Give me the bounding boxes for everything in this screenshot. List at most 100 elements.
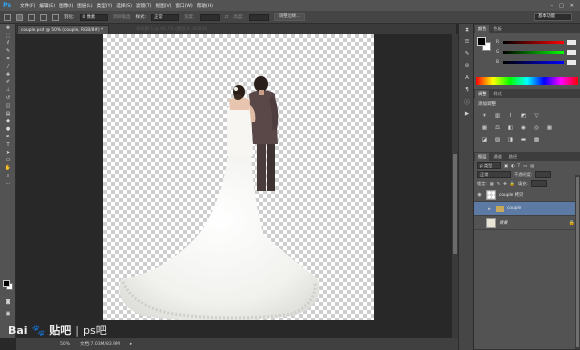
tab-paths[interactable]: 路径 xyxy=(506,153,520,161)
screen-mode-icon[interactable]: ▣ xyxy=(0,310,16,318)
refine-edge-button[interactable]: 调整边缘... xyxy=(273,13,306,21)
lock-all-icon[interactable]: 🔒 xyxy=(510,181,515,187)
menu-help[interactable]: 帮助(H) xyxy=(197,3,213,9)
green-slider[interactable]: G xyxy=(496,49,576,55)
hand-tool-icon[interactable]: ✋ xyxy=(0,164,16,172)
marquee-tool-preset-icon[interactable] xyxy=(4,13,11,21)
document-size[interactable]: 文档:7.03M/83.9M xyxy=(80,341,120,347)
document-tab-active[interactable]: couple.psd @ 50% (couple, RGB/8#) * xyxy=(17,25,109,34)
lock-image-icon[interactable]: ✎ xyxy=(497,181,501,186)
tab-swatches[interactable]: 色板 xyxy=(490,25,504,33)
tab-color[interactable]: 颜色 xyxy=(475,25,490,33)
exposure-icon[interactable]: ◩ xyxy=(519,112,528,120)
tab-adjustments[interactable]: 调整 xyxy=(475,90,490,98)
actions-panel-icon[interactable]: ▶ xyxy=(459,108,475,120)
clone-stamp-tool-icon[interactable]: ⊥ xyxy=(0,86,16,94)
blue-slider-track[interactable] xyxy=(503,60,564,64)
color-spectrum-ramp[interactable] xyxy=(476,77,578,85)
brush-panel-icon[interactable]: ✎ xyxy=(459,48,475,60)
channel-mixer-icon[interactable]: ◎ xyxy=(532,124,541,132)
antialias-checkbox[interactable]: 消除锯齿 xyxy=(113,14,131,20)
photo-filter-icon[interactable]: ◉ xyxy=(519,124,528,132)
blue-slider[interactable]: B xyxy=(496,59,576,65)
minimize-button[interactable]: – xyxy=(551,3,554,9)
lock-position-icon[interactable]: ✥ xyxy=(503,181,507,186)
red-slider-track[interactable] xyxy=(503,40,564,44)
history-panel-icon[interactable]: ⧗ xyxy=(459,24,475,36)
menu-edit[interactable]: 编辑(E) xyxy=(39,3,55,9)
layer-kind-filter[interactable]: ρ 类型 xyxy=(477,162,501,169)
expand-arrow-icon[interactable]: ▸ xyxy=(486,206,493,212)
layers-scrollbar-thumb[interactable] xyxy=(576,177,579,347)
pen-tool-icon[interactable]: ✒ xyxy=(0,133,16,141)
foreground-color-swatch[interactable] xyxy=(3,280,10,287)
menu-type[interactable]: 类型(Y) xyxy=(97,3,113,9)
color-lookup-icon[interactable]: ▦ xyxy=(545,124,554,132)
new-selection-icon[interactable] xyxy=(16,13,23,21)
dodge-tool-icon[interactable]: ● xyxy=(0,125,16,133)
scrollbar-thumb[interactable] xyxy=(453,154,457,254)
tab-layers[interactable]: 图层 xyxy=(475,153,490,161)
fill-input[interactable] xyxy=(530,180,547,187)
blur-tool-icon[interactable]: ◆ xyxy=(0,118,16,126)
subtract-selection-icon[interactable] xyxy=(40,13,47,21)
zoom-tool-icon[interactable]: ⌕ xyxy=(0,172,16,180)
shape-tool-icon[interactable]: ▭ xyxy=(0,157,16,165)
quick-mask-icon[interactable]: ◙ xyxy=(0,298,16,306)
zoom-level[interactable]: 50% xyxy=(60,342,70,347)
filter-smart-icon[interactable]: ▤ xyxy=(530,163,534,168)
marquee-tool-icon[interactable]: ⬚ xyxy=(0,32,16,40)
vibrance-icon[interactable]: ▽ xyxy=(532,112,541,120)
height-input[interactable] xyxy=(248,13,269,21)
filter-shape-icon[interactable]: ▭ xyxy=(523,163,527,168)
menu-view[interactable]: 视图(V) xyxy=(155,3,171,9)
hue-saturation-icon[interactable]: ▦ xyxy=(480,124,489,132)
document-tab-inactive[interactable]: 未标题-1 @ 66.7% (图层 0, RGB/8) xyxy=(136,25,228,34)
history-brush-tool-icon[interactable]: ↺ xyxy=(0,94,16,102)
red-value[interactable] xyxy=(567,39,576,45)
menu-file[interactable]: 文件(F) xyxy=(20,3,35,9)
brightness-contrast-icon[interactable]: ☀ xyxy=(480,112,489,120)
gradient-tool-icon[interactable]: ▤ xyxy=(0,110,16,118)
blend-mode-select[interactable]: 正常 xyxy=(477,171,511,178)
invert-icon[interactable]: ◪ xyxy=(480,136,489,144)
lasso-tool-icon[interactable]: ℓ xyxy=(0,40,16,48)
swap-icon[interactable]: ⇄ xyxy=(225,15,229,20)
layer-row[interactable]: 背景 🔒 xyxy=(474,216,580,230)
posterize-icon[interactable]: ▨ xyxy=(493,136,502,144)
filter-type-icon[interactable]: T xyxy=(518,163,521,168)
menu-filter[interactable]: 滤镜(T) xyxy=(136,3,152,9)
menu-window[interactable]: 窗口(W) xyxy=(175,3,192,9)
color-balance-icon[interactable]: ⚖ xyxy=(493,124,502,132)
selective-color-icon[interactable]: ▩ xyxy=(532,136,541,144)
healing-brush-tool-icon[interactable]: ✚ xyxy=(0,71,16,79)
style-select[interactable]: 正常 xyxy=(151,13,180,21)
black-white-icon[interactable]: ◧ xyxy=(506,124,515,132)
status-menu-arrow-icon[interactable]: ▸ xyxy=(130,342,132,347)
workspace-select[interactable]: 基本功能 xyxy=(534,13,572,21)
close-button[interactable]: ✕ xyxy=(570,3,574,9)
properties-panel-icon[interactable]: ☰ xyxy=(459,36,475,48)
feather-input[interactable]: 0 像素 xyxy=(79,13,108,21)
levels-icon[interactable]: ▥ xyxy=(493,112,502,120)
type-tool-icon[interactable]: T xyxy=(0,141,16,149)
green-slider-track[interactable] xyxy=(503,50,564,54)
eraser-tool-icon[interactable]: ◫ xyxy=(0,102,16,110)
curves-icon[interactable]: ⌇ xyxy=(506,112,515,120)
lock-transparent-icon[interactable]: ▦ xyxy=(490,181,494,186)
filter-adjust-icon[interactable]: ◐ xyxy=(511,163,515,168)
crop-tool-icon[interactable]: ⌗ xyxy=(0,55,16,63)
path-select-tool-icon[interactable]: ➤ xyxy=(0,149,16,157)
paragraph-panel-icon[interactable]: ¶ xyxy=(459,84,475,96)
intersect-selection-icon[interactable] xyxy=(52,13,59,21)
move-tool-icon[interactable]: ✥ xyxy=(0,24,16,32)
menu-layer[interactable]: 图层(L) xyxy=(77,3,92,9)
green-value[interactable] xyxy=(567,49,576,55)
tab-styles[interactable]: 样式 xyxy=(490,90,504,98)
extra-tool-icon[interactable]: ⋯ xyxy=(0,180,16,188)
threshold-icon[interactable]: ◨ xyxy=(506,136,515,144)
character-panel-icon[interactable]: A xyxy=(459,72,475,84)
menu-select[interactable]: 选择(S) xyxy=(116,3,132,9)
gradient-map-icon[interactable]: ▬ xyxy=(519,136,528,144)
info-panel-icon[interactable]: ⓘ xyxy=(459,96,475,108)
